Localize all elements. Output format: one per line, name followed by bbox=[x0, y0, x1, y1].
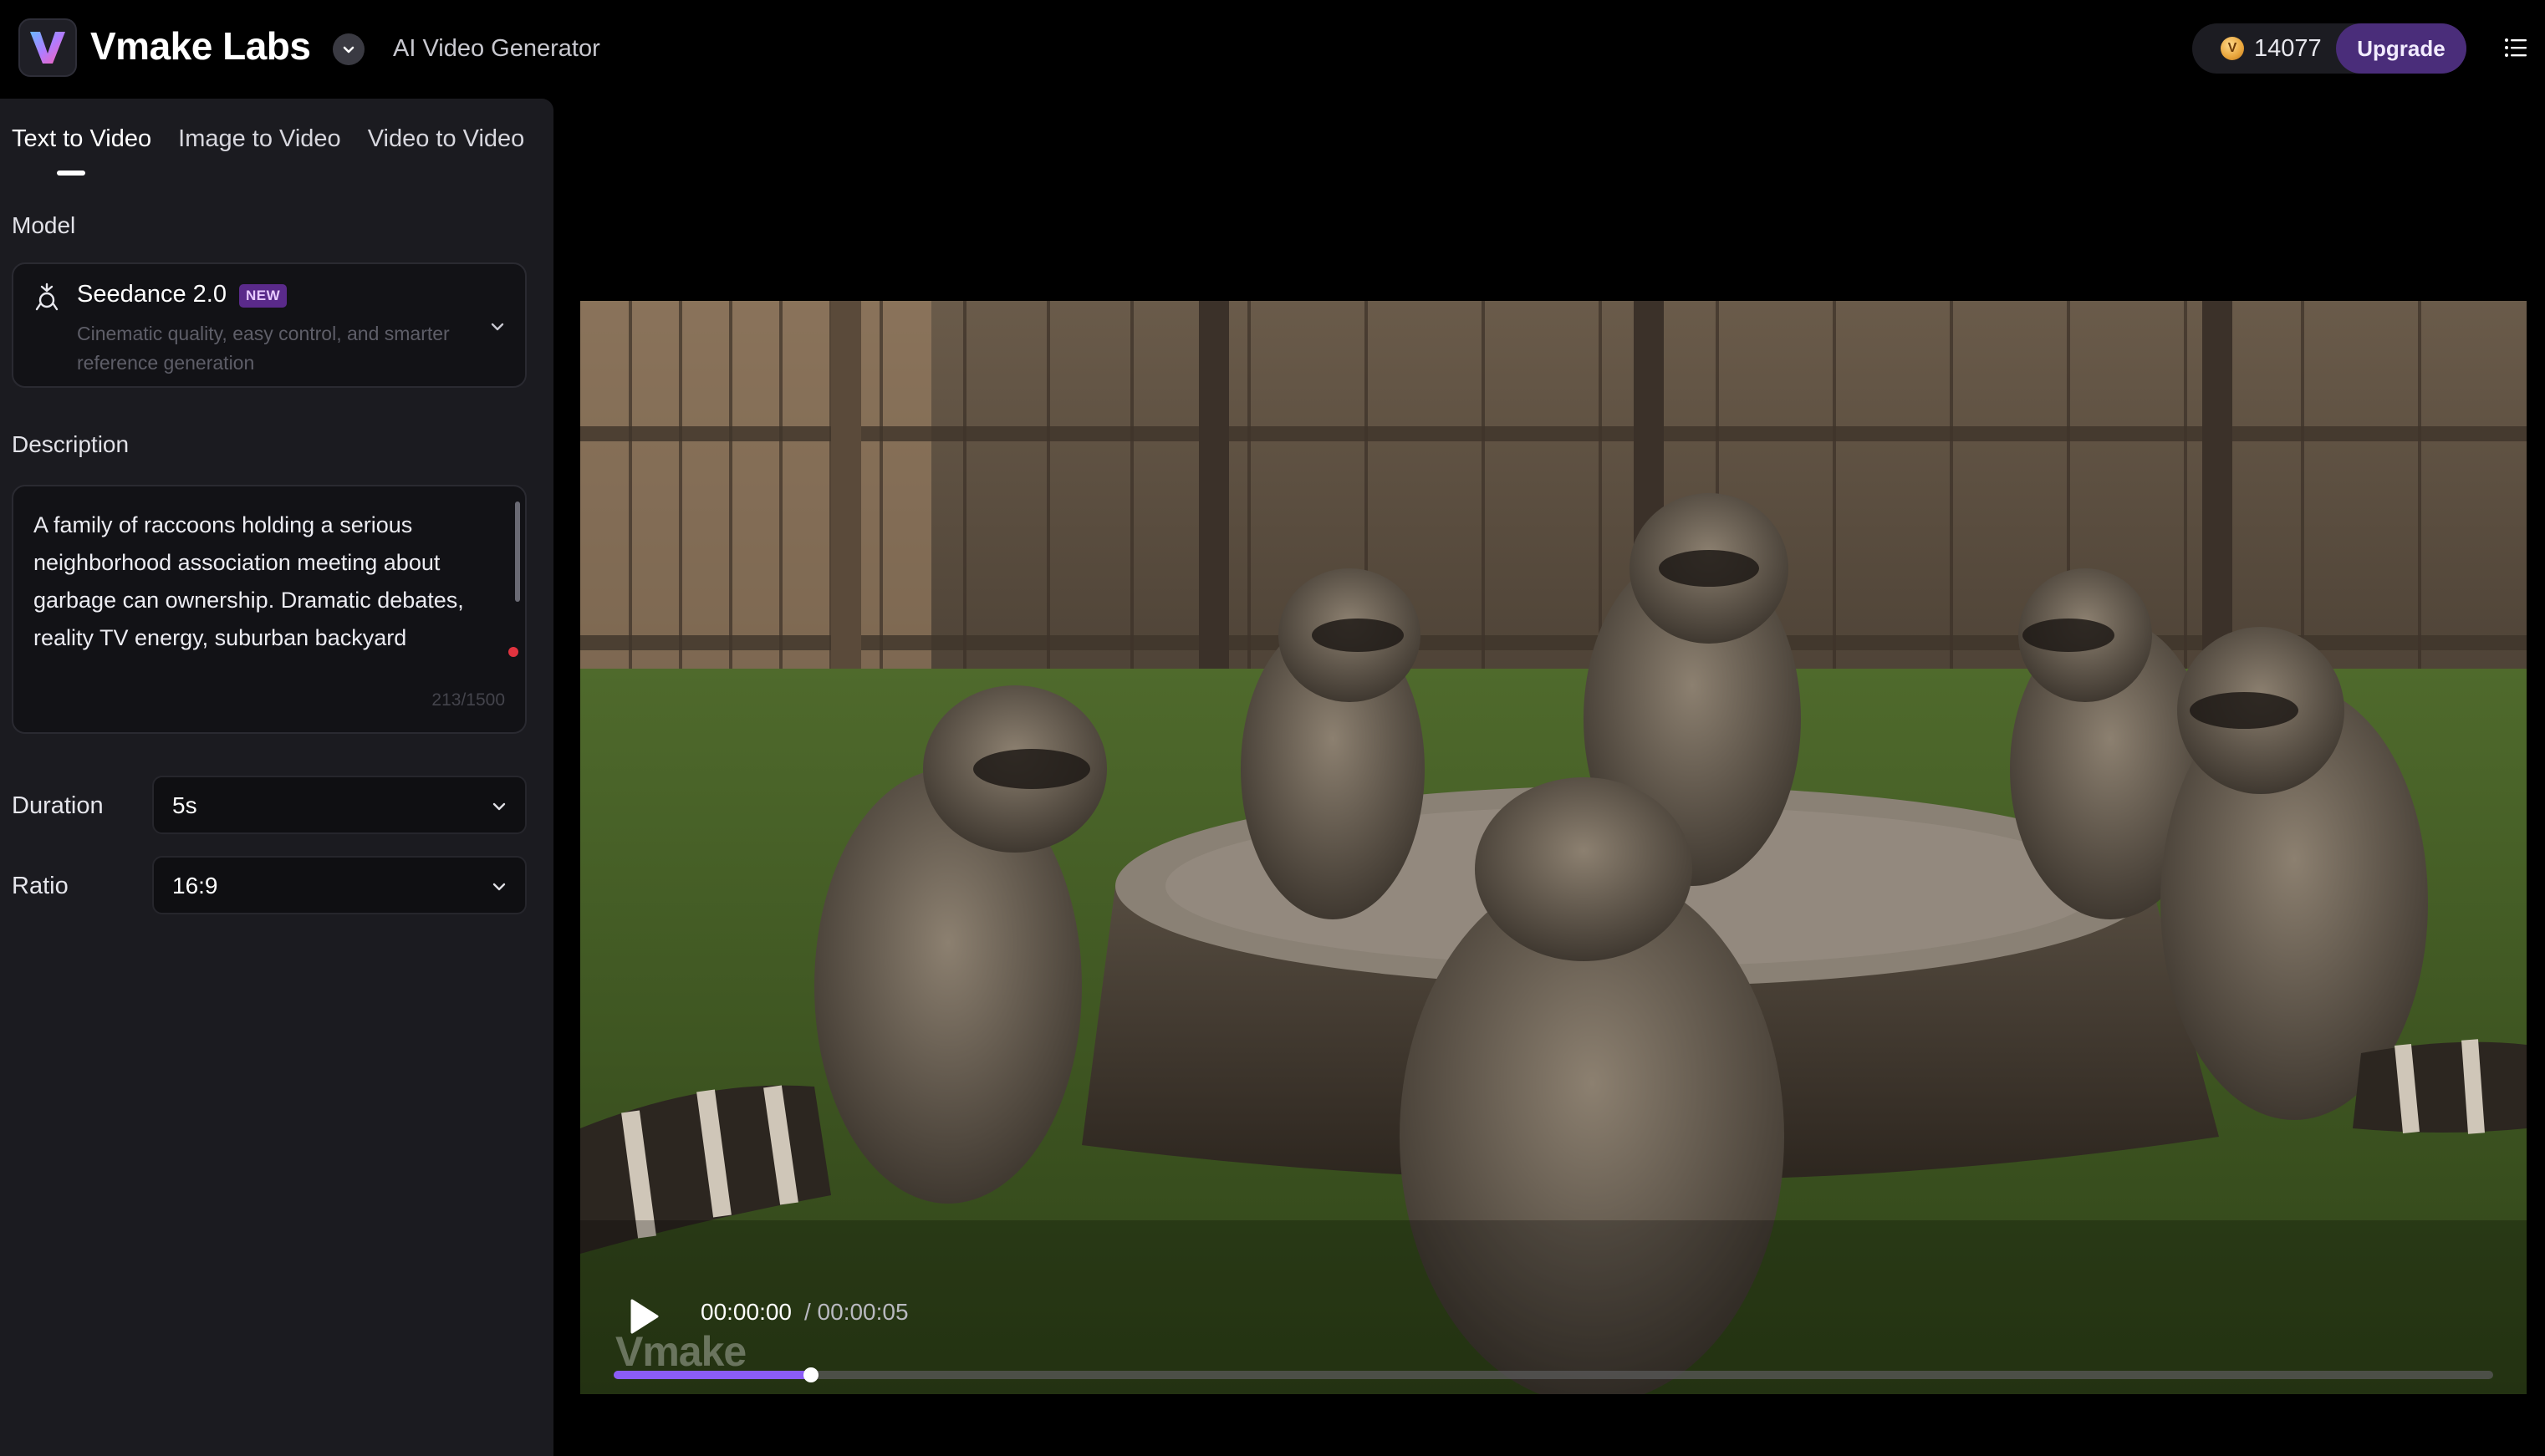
vmake-watermark: Vmake bbox=[615, 1328, 747, 1375]
video-frame bbox=[580, 301, 2527, 1394]
tab-text-to-video[interactable]: Text to Video bbox=[12, 125, 151, 168]
video-progress-bar[interactable] bbox=[614, 1367, 2493, 1382]
chevron-down-icon bbox=[488, 796, 510, 817]
progress-fill bbox=[614, 1371, 812, 1379]
current-time: 00:00:00 bbox=[701, 1299, 792, 1325]
progress-handle[interactable] bbox=[803, 1367, 819, 1382]
tab-video-to-video[interactable]: Video to Video bbox=[368, 125, 525, 168]
description-text[interactable]: A family of raccoons holding a serious n… bbox=[33, 507, 510, 657]
vmake-logo-icon[interactable] bbox=[18, 18, 77, 77]
credits-count: 14077 bbox=[2254, 34, 2322, 62]
ratio-value: 16:9 bbox=[172, 873, 218, 899]
active-tab-indicator bbox=[57, 171, 85, 176]
new-badge: NEW bbox=[239, 284, 288, 308]
model-name: Seedance 2.0 bbox=[77, 281, 227, 308]
character-counter: 213/1500 bbox=[431, 690, 505, 710]
status-dot bbox=[508, 647, 518, 657]
tab-image-to-video[interactable]: Image to Video bbox=[178, 125, 341, 168]
model-section-label: Model bbox=[12, 212, 76, 238]
duration-value: 5s bbox=[172, 792, 197, 818]
chevron-down-icon[interactable] bbox=[333, 33, 365, 65]
textarea-scrollbar[interactable] bbox=[515, 501, 520, 602]
product-subtitle: AI Video Generator bbox=[393, 35, 600, 62]
description-section-label: Description bbox=[12, 431, 130, 457]
credits-pill[interactable]: V 14077 Upgrade bbox=[2192, 23, 2466, 74]
duration-select[interactable]: 5s bbox=[152, 776, 527, 834]
mode-tabs: Text to Video Image to Video Video to Vi… bbox=[12, 125, 524, 168]
duration-label: Duration bbox=[12, 792, 104, 819]
ratio-label: Ratio bbox=[12, 873, 69, 899]
upgrade-button[interactable]: Upgrade bbox=[2336, 23, 2466, 74]
coin-icon: V bbox=[2221, 37, 2244, 60]
model-description: Cinematic quality, easy control, and sma… bbox=[77, 323, 450, 374]
total-time: / 00:00:05 bbox=[804, 1299, 909, 1325]
chevron-down-icon bbox=[487, 316, 508, 338]
generator-sidebar: Text to Video Image to Video Video to Vi… bbox=[0, 99, 553, 1456]
menu-list-icon[interactable] bbox=[2503, 35, 2528, 60]
brand-name[interactable]: Vmake Labs bbox=[90, 23, 311, 69]
seedance-model-icon bbox=[32, 279, 62, 313]
chevron-down-icon bbox=[488, 876, 510, 898]
top-bar: Vmake Labs AI Video Generator V 14077 Up… bbox=[0, 0, 2545, 99]
description-textarea[interactable]: A family of raccoons holding a serious n… bbox=[12, 485, 527, 734]
model-selector[interactable]: Seedance 2.0 NEW Cinematic quality, easy… bbox=[12, 262, 527, 388]
ratio-select[interactable]: 16:9 bbox=[152, 856, 527, 914]
video-player[interactable]: 00:00:00 / 00:00:05 Vmake bbox=[580, 301, 2527, 1394]
